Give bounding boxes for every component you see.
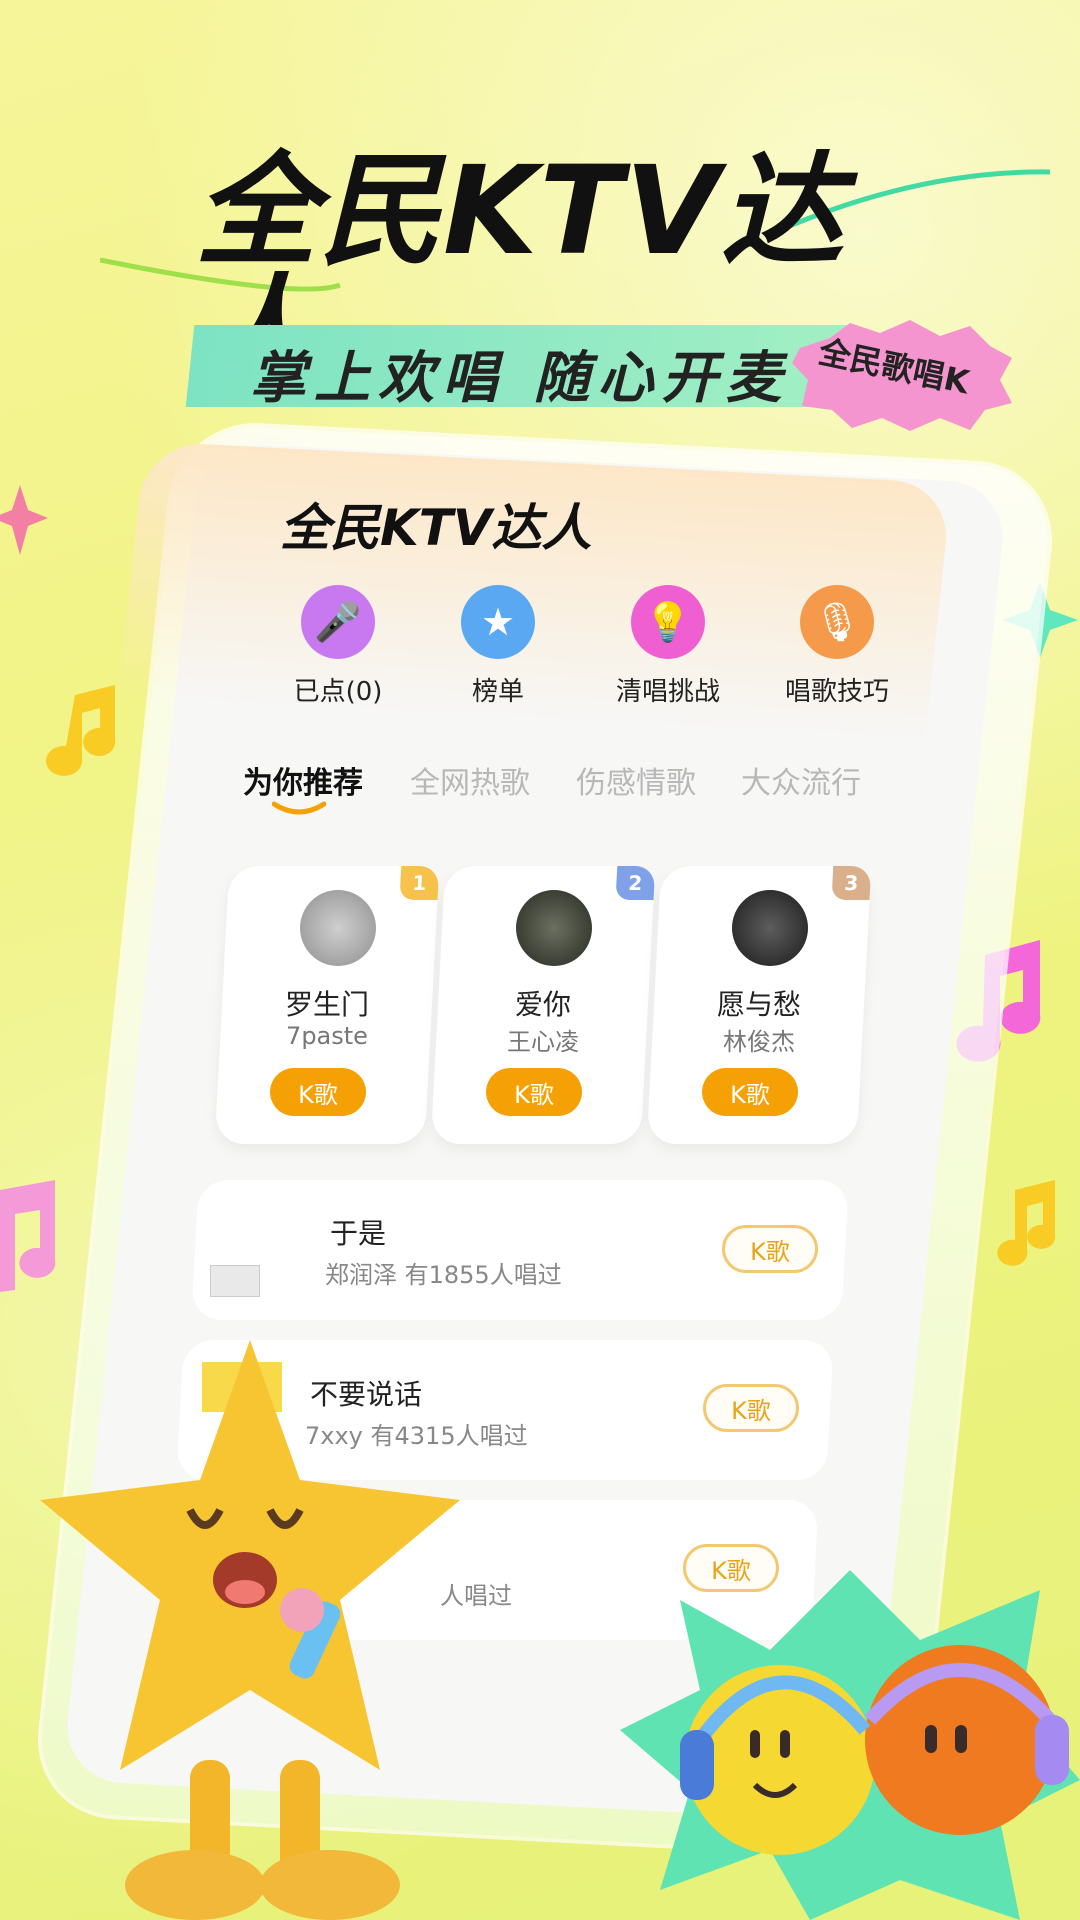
song-name: 愿与愁 (716, 988, 801, 1021)
yellow-music-note-icon (997, 1180, 1056, 1266)
lightbulb-icon: 💡 (631, 585, 705, 659)
song-artist: 王心凌 (507, 1028, 579, 1056)
handheld-mic-icon: 🎙 (800, 585, 874, 659)
k-song-button[interactable]: K歌 (703, 1384, 799, 1432)
song-artist: 7paste (286, 1022, 368, 1050)
song-name: 爱你 (514, 988, 571, 1021)
k-song-button[interactable]: K歌 (702, 1068, 798, 1116)
tab-hot[interactable]: 全网热歌 (410, 758, 530, 802)
quick-action-label: 唱歌技巧 (784, 677, 889, 707)
app-title: 全民KTV达人 (280, 499, 592, 557)
song-name: 罗生门 (284, 988, 369, 1021)
banner-subtitle: 掌上欢唱 随心开麦 (250, 346, 790, 411)
song-thumbnail (210, 1265, 260, 1297)
song-meta: 郑润泽 有1855人唱过 (325, 1261, 562, 1289)
pink-star-icon (0, 485, 48, 555)
rank-badge: 2 (615, 866, 656, 900)
song-artist: 林俊杰 (723, 1028, 795, 1056)
medal-star-icon: ★ (461, 585, 535, 659)
quick-action-label: 清唱挑战 (615, 677, 720, 707)
rank-badge: 3 (831, 866, 872, 900)
quick-action-acapella[interactable]: 💡 清唱挑战 (593, 585, 743, 708)
pink-note-left-icon (0, 1180, 56, 1292)
rank-badge: 1 (399, 866, 440, 900)
quick-action-tips[interactable]: 🎙 唱歌技巧 (762, 585, 912, 708)
active-tab-indicator (272, 801, 326, 815)
microphone-icon: 🎤 (301, 585, 375, 659)
k-song-button[interactable]: K歌 (270, 1068, 366, 1116)
quick-action-charts[interactable]: ★ 榜单 (423, 585, 573, 708)
star-mascot-illustration (40, 1340, 460, 1920)
headphone-mascots-illustration (680, 1645, 1069, 1855)
song-title: 于是 (330, 1217, 387, 1250)
k-song-button[interactable]: K歌 (722, 1225, 818, 1273)
tab-recommend[interactable]: 为你推荐 (243, 758, 363, 802)
quick-action-queued[interactable]: 🎤 已点(0) (263, 585, 413, 708)
quick-action-label: 已点(0) (293, 677, 383, 707)
tab-sad[interactable]: 伤感情歌 (576, 758, 696, 802)
music-note-icon (46, 685, 116, 776)
quick-action-label: 榜单 (471, 677, 524, 707)
k-song-button[interactable]: K歌 (486, 1068, 582, 1116)
song-cover (516, 890, 592, 966)
song-cover (300, 890, 376, 966)
song-cover (732, 890, 808, 966)
tab-pop[interactable]: 大众流行 (741, 758, 861, 802)
